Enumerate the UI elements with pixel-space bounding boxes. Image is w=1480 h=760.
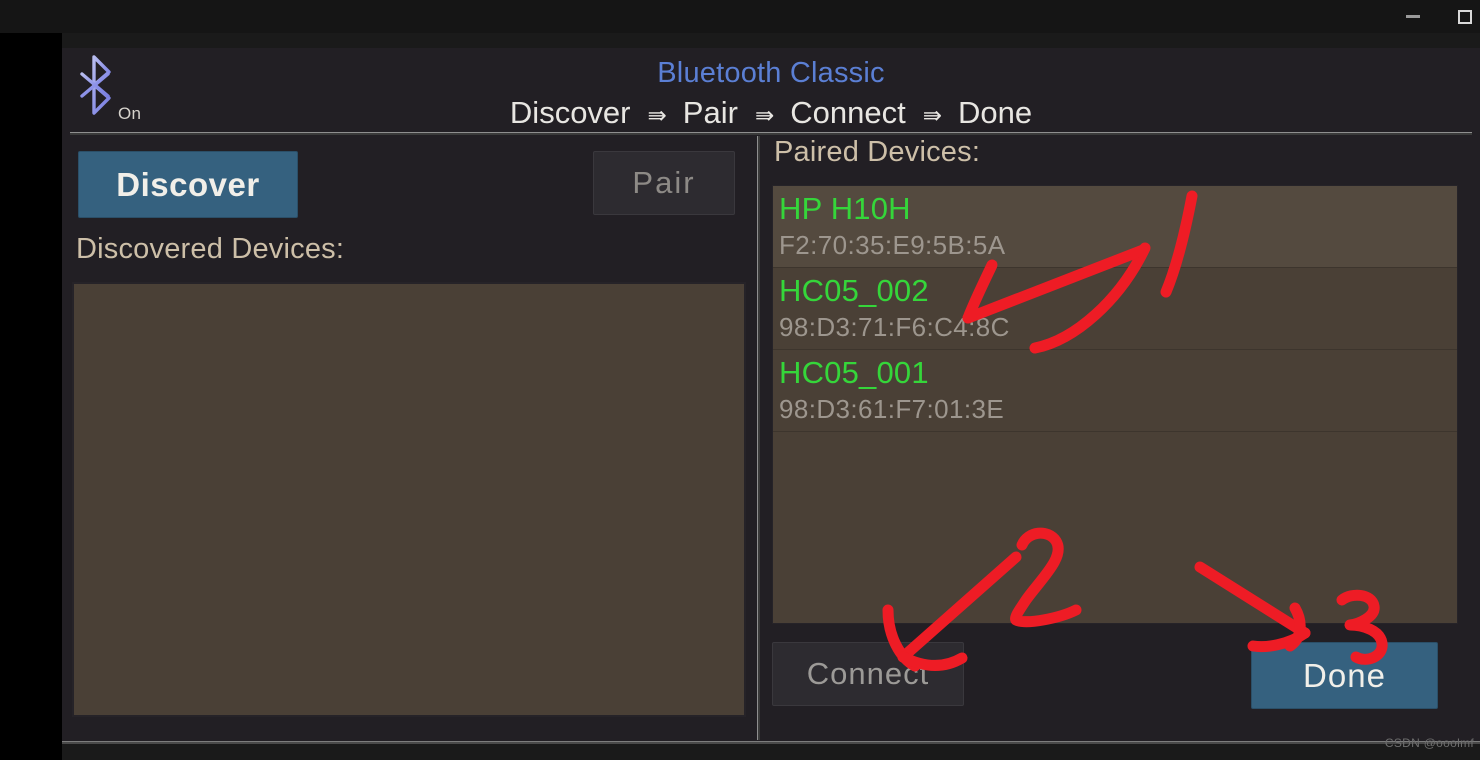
page-title: Bluetooth Classic — [657, 57, 885, 89]
table-row[interactable]: HC05_001 98:D3:61:F7:01:3E — [773, 350, 1457, 432]
maximize-icon — [1458, 9, 1472, 24]
header-divider — [70, 132, 1472, 135]
table-row[interactable]: HC05_002 98:D3:71:F6:C4:8C — [773, 268, 1457, 350]
device-mac-address: 98:D3:71:F6:C4:8C — [779, 312, 1010, 342]
paired-devices-label: Paired Devices: — [774, 136, 981, 168]
paired-panel: Paired Devices: HP H10H F2:70:35:E9:5B:5A… — [762, 136, 1480, 740]
paired-list-empty-space — [773, 432, 1457, 492]
device-mac-address: F2:70:35:E9:5B:5A — [779, 230, 1006, 260]
step-connect: Connect — [790, 95, 906, 130]
discovered-devices-label: Discovered Devices: — [76, 233, 345, 265]
step-discover: Discover — [509, 95, 631, 130]
step-flow: Discover ⇛ Pair ⇛ Connect ⇛ Done — [62, 94, 1480, 132]
maximize-button[interactable] — [1452, 4, 1478, 30]
table-row[interactable]: HP H10H F2:70:35:E9:5B:5A — [773, 186, 1457, 268]
app-header: On Bluetooth Classic Discover ⇛ Pair ⇛ C… — [62, 48, 1480, 135]
minimize-icon — [1406, 15, 1420, 18]
arrow-right-icon: ⇛ — [647, 102, 667, 128]
watermark: CSDN @ooolmf — [1384, 736, 1474, 750]
discovered-devices-list[interactable] — [72, 282, 746, 717]
desktop-left-gutter — [0, 33, 62, 760]
panel-divider — [757, 136, 760, 740]
discover-panel: Discover Pair Discovered Devices: — [62, 136, 757, 740]
device-name: HC05_001 — [779, 355, 929, 390]
arrow-right-icon: ⇛ — [922, 102, 942, 128]
app-title-block: Bluetooth Classic Discover ⇛ Pair ⇛ Conn… — [62, 56, 1480, 132]
paired-devices-list[interactable]: HP H10H F2:70:35:E9:5B:5A HC05_002 98:D3:71… — [772, 185, 1458, 624]
device-name: HC05_002 — [779, 273, 929, 308]
pair-button[interactable]: Pair — [593, 151, 735, 215]
window-titlebar — [0, 0, 1480, 33]
bluetooth-app-window: On Bluetooth Classic Discover ⇛ Pair ⇛ C… — [62, 48, 1480, 744]
device-name: HP H10H — [779, 191, 911, 226]
done-button[interactable]: Done — [1251, 642, 1438, 709]
step-pair: Pair — [682, 95, 738, 130]
minimize-button[interactable] — [1400, 4, 1426, 30]
discover-button[interactable]: Discover — [78, 151, 298, 218]
window-controls — [1400, 0, 1480, 33]
app-bottom-divider — [62, 741, 1480, 744]
step-done: Done — [957, 95, 1033, 130]
arrow-right-icon: ⇛ — [754, 102, 774, 128]
device-mac-address: 98:D3:61:F7:01:3E — [779, 394, 1005, 424]
connect-button[interactable]: Connect — [772, 642, 964, 706]
